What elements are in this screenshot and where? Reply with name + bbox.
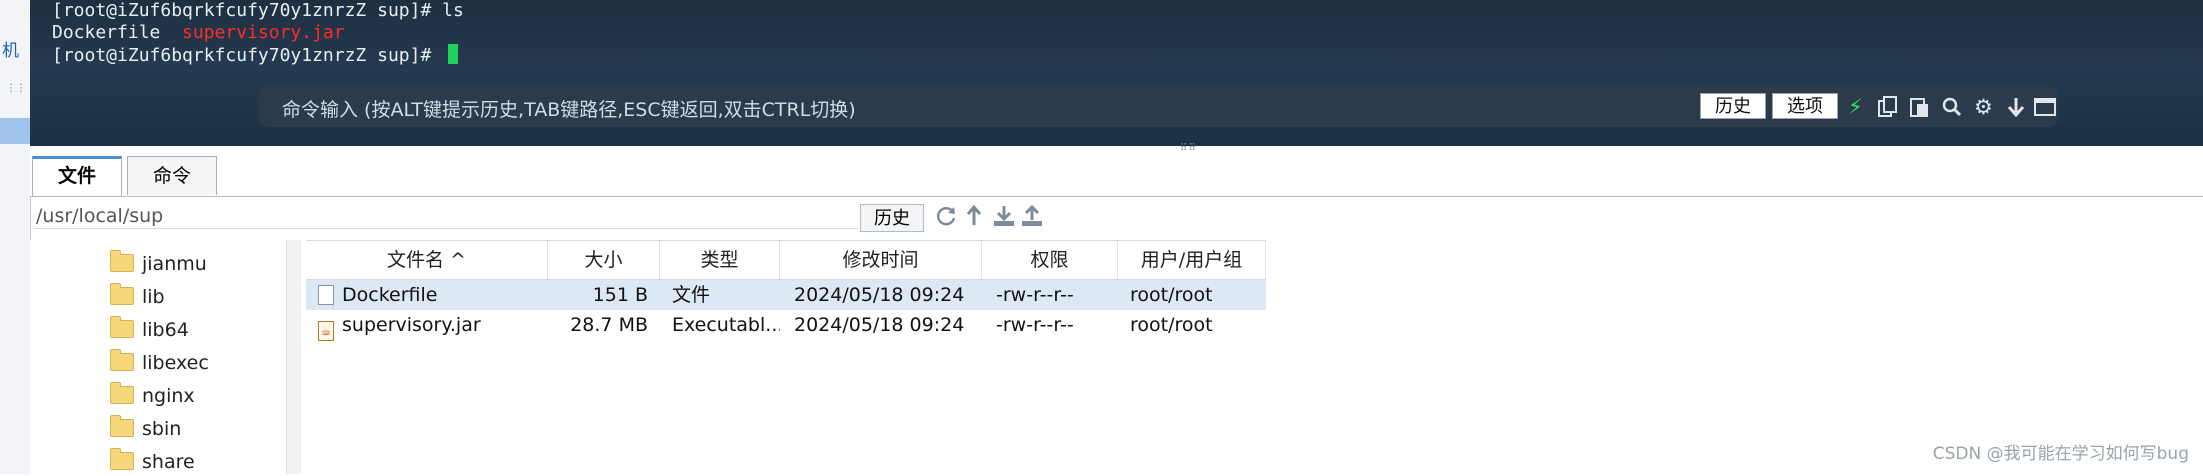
file-type: Executabl... xyxy=(672,314,780,336)
file-permissions: -rw-r--r-- xyxy=(996,314,1074,336)
file-type: 文件 xyxy=(672,284,711,306)
folder-icon xyxy=(110,415,134,437)
file-owner: root/root xyxy=(1130,314,1213,336)
table-row[interactable]: Dockerfile 151 B 文件 2024/05/18 09:24 -rw… xyxy=(306,280,1266,310)
column-header-modified[interactable]: 修改时间 xyxy=(780,241,982,279)
upload-icon[interactable] xyxy=(1020,204,1044,234)
terminal-line: [root@iZuf6bqrkfcufy70y1znrzZ sup]# ls xyxy=(52,0,464,21)
tree-item[interactable]: share xyxy=(110,448,195,476)
terminal-output-text: Dockerfile xyxy=(52,22,183,43)
directory-tree[interactable]: jianmu lib lib64 libexec nginx sbin shar… xyxy=(30,240,301,474)
background-window-highlight xyxy=(0,118,30,144)
folder-icon xyxy=(110,448,134,470)
file-size: 151 B xyxy=(592,284,648,306)
command-history-button[interactable]: 历史 xyxy=(1700,93,1766,119)
gear-icon[interactable]: ⚙ xyxy=(1974,96,1993,118)
file-permissions: -rw-r--r-- xyxy=(996,284,1074,306)
column-header-owner[interactable]: 用户/用户组 xyxy=(1118,241,1266,279)
background-window-mark: ⋮⋮ xyxy=(6,83,26,94)
path-history-button[interactable]: 历史 xyxy=(860,204,924,232)
watermark: CSDN @我可能在学习如何写bug xyxy=(1932,444,2189,464)
terminal-panel[interactable]: [root@iZuf6bqrkfcufy70y1znrzZ sup]# ls D… xyxy=(30,0,2203,146)
terminal-prompt-line: [root@iZuf6bqrkfcufy70y1znrzZ sup]# xyxy=(52,44,459,67)
tree-item[interactable]: lib64 xyxy=(110,316,189,344)
tree-item-label: sbin xyxy=(142,418,182,440)
column-header-name[interactable]: 文件名 ^ xyxy=(306,241,548,279)
table-row[interactable]: ☕ supervisory.jar 28.7 MB Executabl... 20… xyxy=(306,310,1266,341)
file-name: supervisory.jar xyxy=(342,314,481,336)
table-header: 文件名 ^ 大小 类型 修改时间 权限 用户/用户组 xyxy=(306,240,1266,280)
tree-item-label: libexec xyxy=(142,352,209,374)
background-window-edge: 机 ⋮⋮ xyxy=(0,0,31,474)
folder-icon xyxy=(110,349,134,371)
copy-icon[interactable] xyxy=(1878,96,1898,122)
command-input-bar[interactable]: 命令输入 (按ALT键提示历史,TAB键路径,ESC键返回,双击CTRL切换) … xyxy=(258,86,2058,127)
terminal-cursor xyxy=(448,44,459,64)
file-modified: 2024/05/18 09:24 xyxy=(794,284,965,306)
tab-files[interactable]: 文件 xyxy=(32,156,122,196)
download-icon[interactable] xyxy=(992,204,1016,234)
search-icon[interactable] xyxy=(1942,96,1962,122)
command-options-button[interactable]: 选项 xyxy=(1772,93,1838,119)
tree-item[interactable]: nginx xyxy=(110,382,195,410)
file-name: Dockerfile xyxy=(342,284,438,306)
jar-icon: ☕ xyxy=(318,321,334,341)
down-arrow-icon[interactable] xyxy=(2006,96,2026,122)
paste-icon[interactable] xyxy=(1910,96,1930,122)
tree-item[interactable]: libexec xyxy=(110,349,209,377)
tree-item-label: share xyxy=(142,451,195,473)
path-input[interactable] xyxy=(34,204,858,229)
tree-item[interactable]: sbin xyxy=(110,415,181,443)
tree-item[interactable]: jianmu xyxy=(110,250,207,278)
tree-item-label: lib xyxy=(142,286,165,308)
column-header-permissions[interactable]: 权限 xyxy=(982,241,1118,279)
folder-icon xyxy=(110,283,134,305)
file-owner: root/root xyxy=(1130,284,1213,306)
path-toolbar: 历史 xyxy=(30,196,2203,236)
file-icon xyxy=(318,285,334,305)
bolt-icon[interactable]: ⚡ xyxy=(1848,96,1863,118)
file-name-cell: Dockerfile xyxy=(318,280,546,310)
tree-scrollbar[interactable] xyxy=(286,240,301,474)
folder-icon xyxy=(110,316,134,338)
tab-bar: 文件 命令 xyxy=(30,152,2203,197)
command-input-placeholder[interactable]: 命令输入 (按ALT键提示历史,TAB键路径,ESC键返回,双击CTRL切换) xyxy=(282,95,856,122)
tree-item-label: lib64 xyxy=(142,319,189,341)
column-header-type[interactable]: 类型 xyxy=(660,241,780,279)
column-header-size[interactable]: 大小 xyxy=(548,241,660,279)
refresh-icon[interactable] xyxy=(934,204,958,234)
file-size: 28.7 MB xyxy=(570,314,648,336)
window-icon[interactable] xyxy=(2034,96,2056,122)
terminal-prompt: [root@iZuf6bqrkfcufy70y1znrzZ sup]# xyxy=(52,45,443,66)
folder-icon xyxy=(110,382,134,404)
file-modified: 2024/05/18 09:24 xyxy=(794,314,965,336)
terminal-line: Dockerfile supervisory.jar xyxy=(52,22,345,44)
tree-item[interactable]: lib xyxy=(110,283,165,311)
tab-commands[interactable]: 命令 xyxy=(127,156,217,195)
tree-item-label: nginx xyxy=(142,385,195,407)
folder-icon xyxy=(110,250,134,272)
tree-item-label: jianmu xyxy=(142,253,207,275)
background-window-char: 机 xyxy=(2,41,19,61)
file-name-cell: ☕ supervisory.jar xyxy=(318,310,546,341)
up-arrow-icon[interactable] xyxy=(966,204,986,234)
terminal-output-highlighted: supervisory.jar xyxy=(182,22,345,43)
